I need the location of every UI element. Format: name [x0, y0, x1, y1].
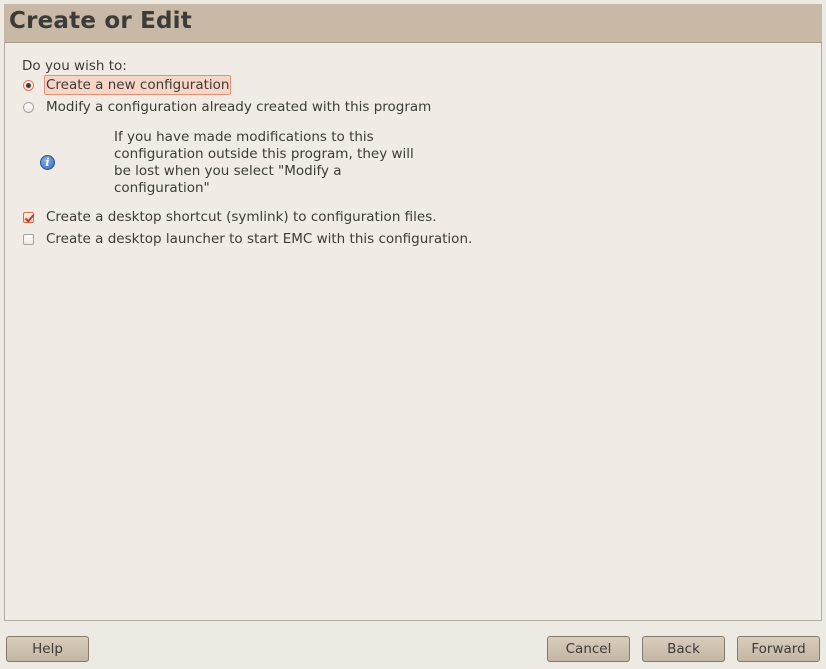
- radio-modify-existing-indicator[interactable]: [23, 101, 34, 113]
- cancel-button[interactable]: Cancel: [547, 636, 630, 662]
- checkbox-desktop-shortcut-label[interactable]: Create a desktop shortcut (symlink) to c…: [44, 208, 439, 226]
- radio-modify-existing[interactable]: Modify a configuration already created w…: [23, 97, 433, 117]
- forward-button[interactable]: Forward: [737, 636, 820, 662]
- radio-create-new-indicator[interactable]: [23, 79, 34, 91]
- help-button[interactable]: Help: [6, 636, 89, 662]
- checkbox-desktop-launcher[interactable]: Create a desktop launcher to start EMC w…: [23, 229, 474, 249]
- question-label: Do you wish to:: [22, 58, 127, 74]
- page-header: Create or Edit: [4, 4, 822, 43]
- info-icon: i: [40, 155, 55, 170]
- radio-create-new[interactable]: Create a new configuration: [23, 75, 232, 95]
- checkbox-desktop-launcher-label[interactable]: Create a desktop launcher to start EMC w…: [44, 230, 474, 248]
- content-panel: Do you wish to: Create a new configurati…: [4, 43, 822, 621]
- page-title: Create or Edit: [9, 8, 192, 34]
- back-button[interactable]: Back: [642, 636, 725, 662]
- radio-create-new-label[interactable]: Create a new configuration: [44, 75, 232, 95]
- create-or-edit-window: Create or Edit Do you wish to: Create a …: [0, 0, 826, 669]
- info-message: If you have made modifications to this c…: [114, 129, 414, 196]
- radio-modify-existing-label[interactable]: Modify a configuration already created w…: [44, 98, 433, 116]
- checkbox-desktop-shortcut[interactable]: Create a desktop shortcut (symlink) to c…: [23, 207, 439, 227]
- checkbox-desktop-launcher-box[interactable]: [23, 233, 34, 245]
- checkbox-desktop-shortcut-box[interactable]: [23, 211, 34, 223]
